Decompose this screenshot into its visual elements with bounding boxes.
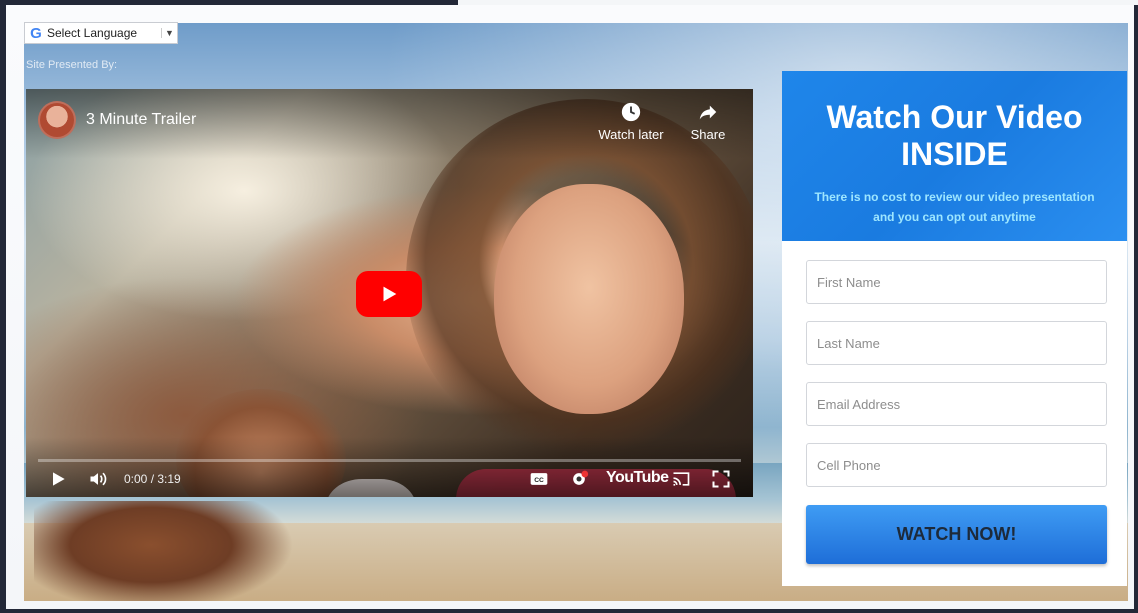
site-presented-by: Site Presented By: — [26, 59, 118, 71]
progress-bar[interactable] — [38, 459, 741, 462]
google-logo-icon: G — [30, 24, 42, 42]
signup-heading: Watch Our Video INSIDE — [782, 71, 1127, 173]
beach-person — [34, 501, 294, 601]
cast-button[interactable] — [671, 469, 691, 489]
signup-header: Watch Our Video INSIDE There is no cost … — [782, 71, 1127, 241]
captions-button[interactable]: CC — [529, 469, 549, 489]
youtube-logo[interactable]: YouTube — [606, 469, 669, 487]
heading-line-1: Watch Our Video — [826, 99, 1083, 135]
watch-later-label: Watch later — [598, 127, 664, 142]
play-icon — [383, 286, 397, 302]
subtext-line-1: There is no cost to review our video pre… — [814, 190, 1095, 204]
heading-line-2: INSIDE — [901, 136, 1008, 172]
gear-icon — [573, 470, 589, 485]
video-control-bar — [26, 437, 753, 497]
screen-frame: G Select Language ▼ Site Presented By: 3… — [0, 0, 1138, 613]
channel-avatar[interactable] — [38, 101, 76, 139]
settings-button[interactable] — [569, 469, 589, 489]
video-time: 0:00 / 3:19 — [124, 472, 181, 486]
share-button[interactable]: Share — [686, 101, 730, 142]
svg-text:CC: CC — [534, 477, 544, 484]
language-selector[interactable]: G Select Language ▼ — [24, 22, 178, 44]
chevron-down-icon[interactable]: ▼ — [161, 28, 177, 38]
subtext-line-2: and you can opt out anytime — [873, 210, 1036, 224]
language-selector-label: Select Language — [47, 26, 138, 40]
cast-icon — [673, 472, 690, 486]
first-name-field[interactable] — [806, 260, 1107, 304]
fullscreen-button[interactable] — [711, 469, 731, 489]
clock-icon — [621, 102, 641, 122]
video-player[interactable]: 3 Minute Trailer Watch later Share 0:00 … — [26, 89, 753, 497]
phone-field[interactable] — [806, 443, 1107, 487]
volume-icon — [90, 472, 107, 486]
video-frame-face — [494, 184, 684, 414]
last-name-field[interactable] — [806, 321, 1107, 365]
share-label: Share — [690, 127, 726, 142]
signup-subtext: There is no cost to review our video pre… — [782, 187, 1127, 227]
share-arrow-icon — [699, 105, 717, 120]
captions-icon: CC — [530, 473, 548, 485]
watch-now-button[interactable]: WATCH NOW! — [806, 505, 1107, 564]
video-title[interactable]: 3 Minute Trailer — [86, 111, 196, 129]
play-button[interactable] — [356, 271, 422, 317]
play-control-button[interactable] — [48, 469, 68, 489]
email-field[interactable] — [806, 382, 1107, 426]
signup-panel: Watch Our Video INSIDE There is no cost … — [782, 71, 1127, 586]
volume-button[interactable] — [88, 469, 108, 489]
watch-later-button[interactable]: Watch later — [594, 101, 668, 142]
fullscreen-icon — [712, 470, 730, 488]
play-small-icon — [53, 472, 65, 486]
